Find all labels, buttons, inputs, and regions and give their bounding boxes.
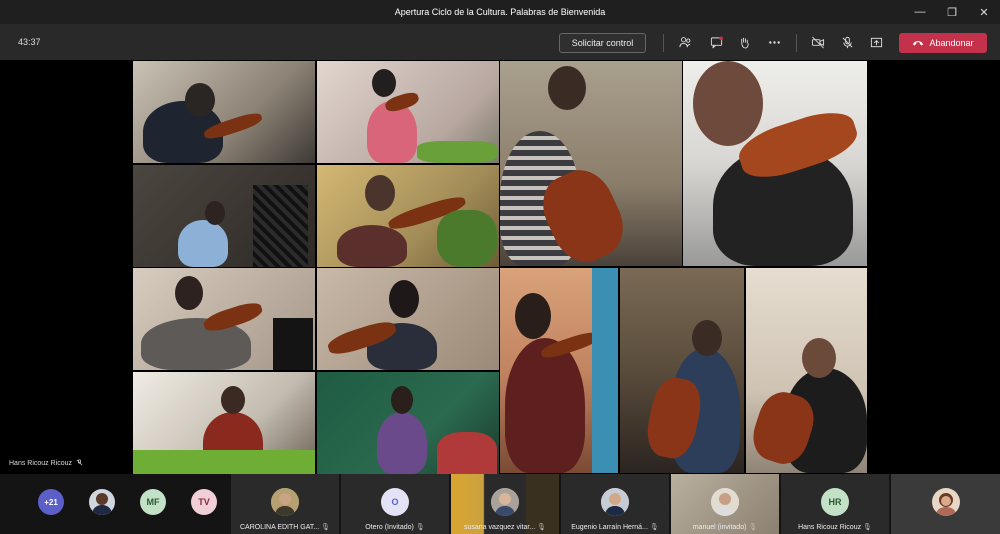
speaker-name: Hans Ricouz Ricouz: [9, 460, 73, 467]
avatar-initials: HR: [821, 488, 849, 516]
participant-tile[interactable]: HR Hans Ricouz Ricouz 🎙: [781, 474, 889, 534]
share-icon[interactable]: [866, 32, 886, 52]
close-button[interactable]: ✕: [968, 0, 1000, 24]
video-tile: [133, 165, 315, 267]
participant-tile[interactable]: CAROLINA EDITH GAT... 🎙: [231, 474, 339, 534]
video-tile: [500, 61, 682, 266]
video-stage: [0, 60, 1000, 474]
avatar-initials: O: [381, 488, 409, 516]
self-view-tile[interactable]: [891, 474, 1000, 534]
participant-name: Eugenio Larraín Herná... 🎙: [571, 524, 659, 531]
video-tile: [683, 61, 867, 266]
mic-off-icon: [76, 459, 83, 468]
video-tile: [500, 268, 618, 473]
leave-label: Abandonar: [929, 38, 974, 48]
video-tile: [317, 268, 499, 370]
chat-icon[interactable]: [706, 32, 726, 52]
active-speaker-label: Hans Ricouz Ricouz: [9, 459, 83, 468]
raise-hand-icon[interactable]: [734, 32, 754, 52]
video-tile: [317, 372, 499, 474]
leave-button[interactable]: Abandonar: [899, 33, 987, 53]
avatar: [931, 488, 960, 516]
participant-tile[interactable]: susana vazquez vitar... 🎙: [451, 474, 559, 534]
divider: [663, 34, 664, 52]
participants-icon[interactable]: [675, 32, 695, 52]
mic-off-icon: 🎙: [321, 524, 331, 531]
overflow-participants-badge[interactable]: +21: [38, 489, 64, 515]
participant-tray: +21 MF TV CAROLINA EDITH GAT... 🎙 O Oter…: [0, 474, 1000, 534]
divider: [796, 34, 797, 52]
avatar: [601, 488, 629, 516]
participant-name: Hans Ricouz Ricouz 🎙: [798, 524, 872, 531]
minimize-button[interactable]: —: [904, 0, 936, 24]
request-control-button[interactable]: Solicitar control: [559, 33, 646, 53]
more-icon[interactable]: [764, 32, 784, 52]
mic-off-icon: 🎙: [748, 524, 758, 531]
participant-tile[interactable]: O Otero (Invitado) 🎙: [341, 474, 449, 534]
video-tile: [317, 165, 499, 267]
mic-off-icon: 🎙: [649, 524, 659, 531]
participant-name: susana vazquez vitar... 🎙: [463, 524, 547, 531]
video-tile: [746, 268, 867, 473]
video-tile: [133, 61, 315, 163]
window-title: Apertura Ciclo de la Cultura. Palabras d…: [394, 7, 606, 17]
video-tile: [133, 372, 315, 474]
participant-tile[interactable]: Eugenio Larraín Herná... 🎙: [561, 474, 669, 534]
participant-name: manuel (invitado) 🎙: [692, 524, 758, 531]
participant-tile[interactable]: manuel (invitado) 🎙: [671, 474, 779, 534]
avatar-initials[interactable]: TV: [191, 489, 217, 515]
avatar-initials[interactable]: MF: [140, 489, 166, 515]
phone-hangup-icon: [912, 38, 924, 48]
window-controls: — ❐ ✕: [904, 0, 1000, 24]
mic-off-icon: 🎙: [863, 524, 872, 531]
video-tile: [133, 268, 315, 370]
avatar: [711, 488, 739, 516]
avatar: [271, 488, 299, 516]
participant-name: Otero (Invitado) 🎙: [365, 524, 425, 531]
meeting-toolbar: 43:37 Solicitar control Abandonar: [0, 24, 1000, 60]
maximize-button[interactable]: ❐: [936, 0, 968, 24]
video-tile: [317, 61, 499, 163]
window-titlebar: Apertura Ciclo de la Cultura. Palabras d…: [0, 0, 1000, 24]
participant-name: CAROLINA EDITH GAT... 🎙: [239, 524, 331, 531]
camera-off-icon[interactable]: [808, 32, 828, 52]
meeting-timer: 43:37: [18, 37, 41, 47]
mic-off-icon: 🎙: [415, 524, 425, 531]
mic-off-icon: 🎙: [537, 524, 547, 531]
video-tile: [620, 268, 744, 473]
mic-off-icon[interactable]: [837, 32, 857, 52]
avatar: [491, 488, 519, 516]
avatar[interactable]: [89, 489, 115, 515]
